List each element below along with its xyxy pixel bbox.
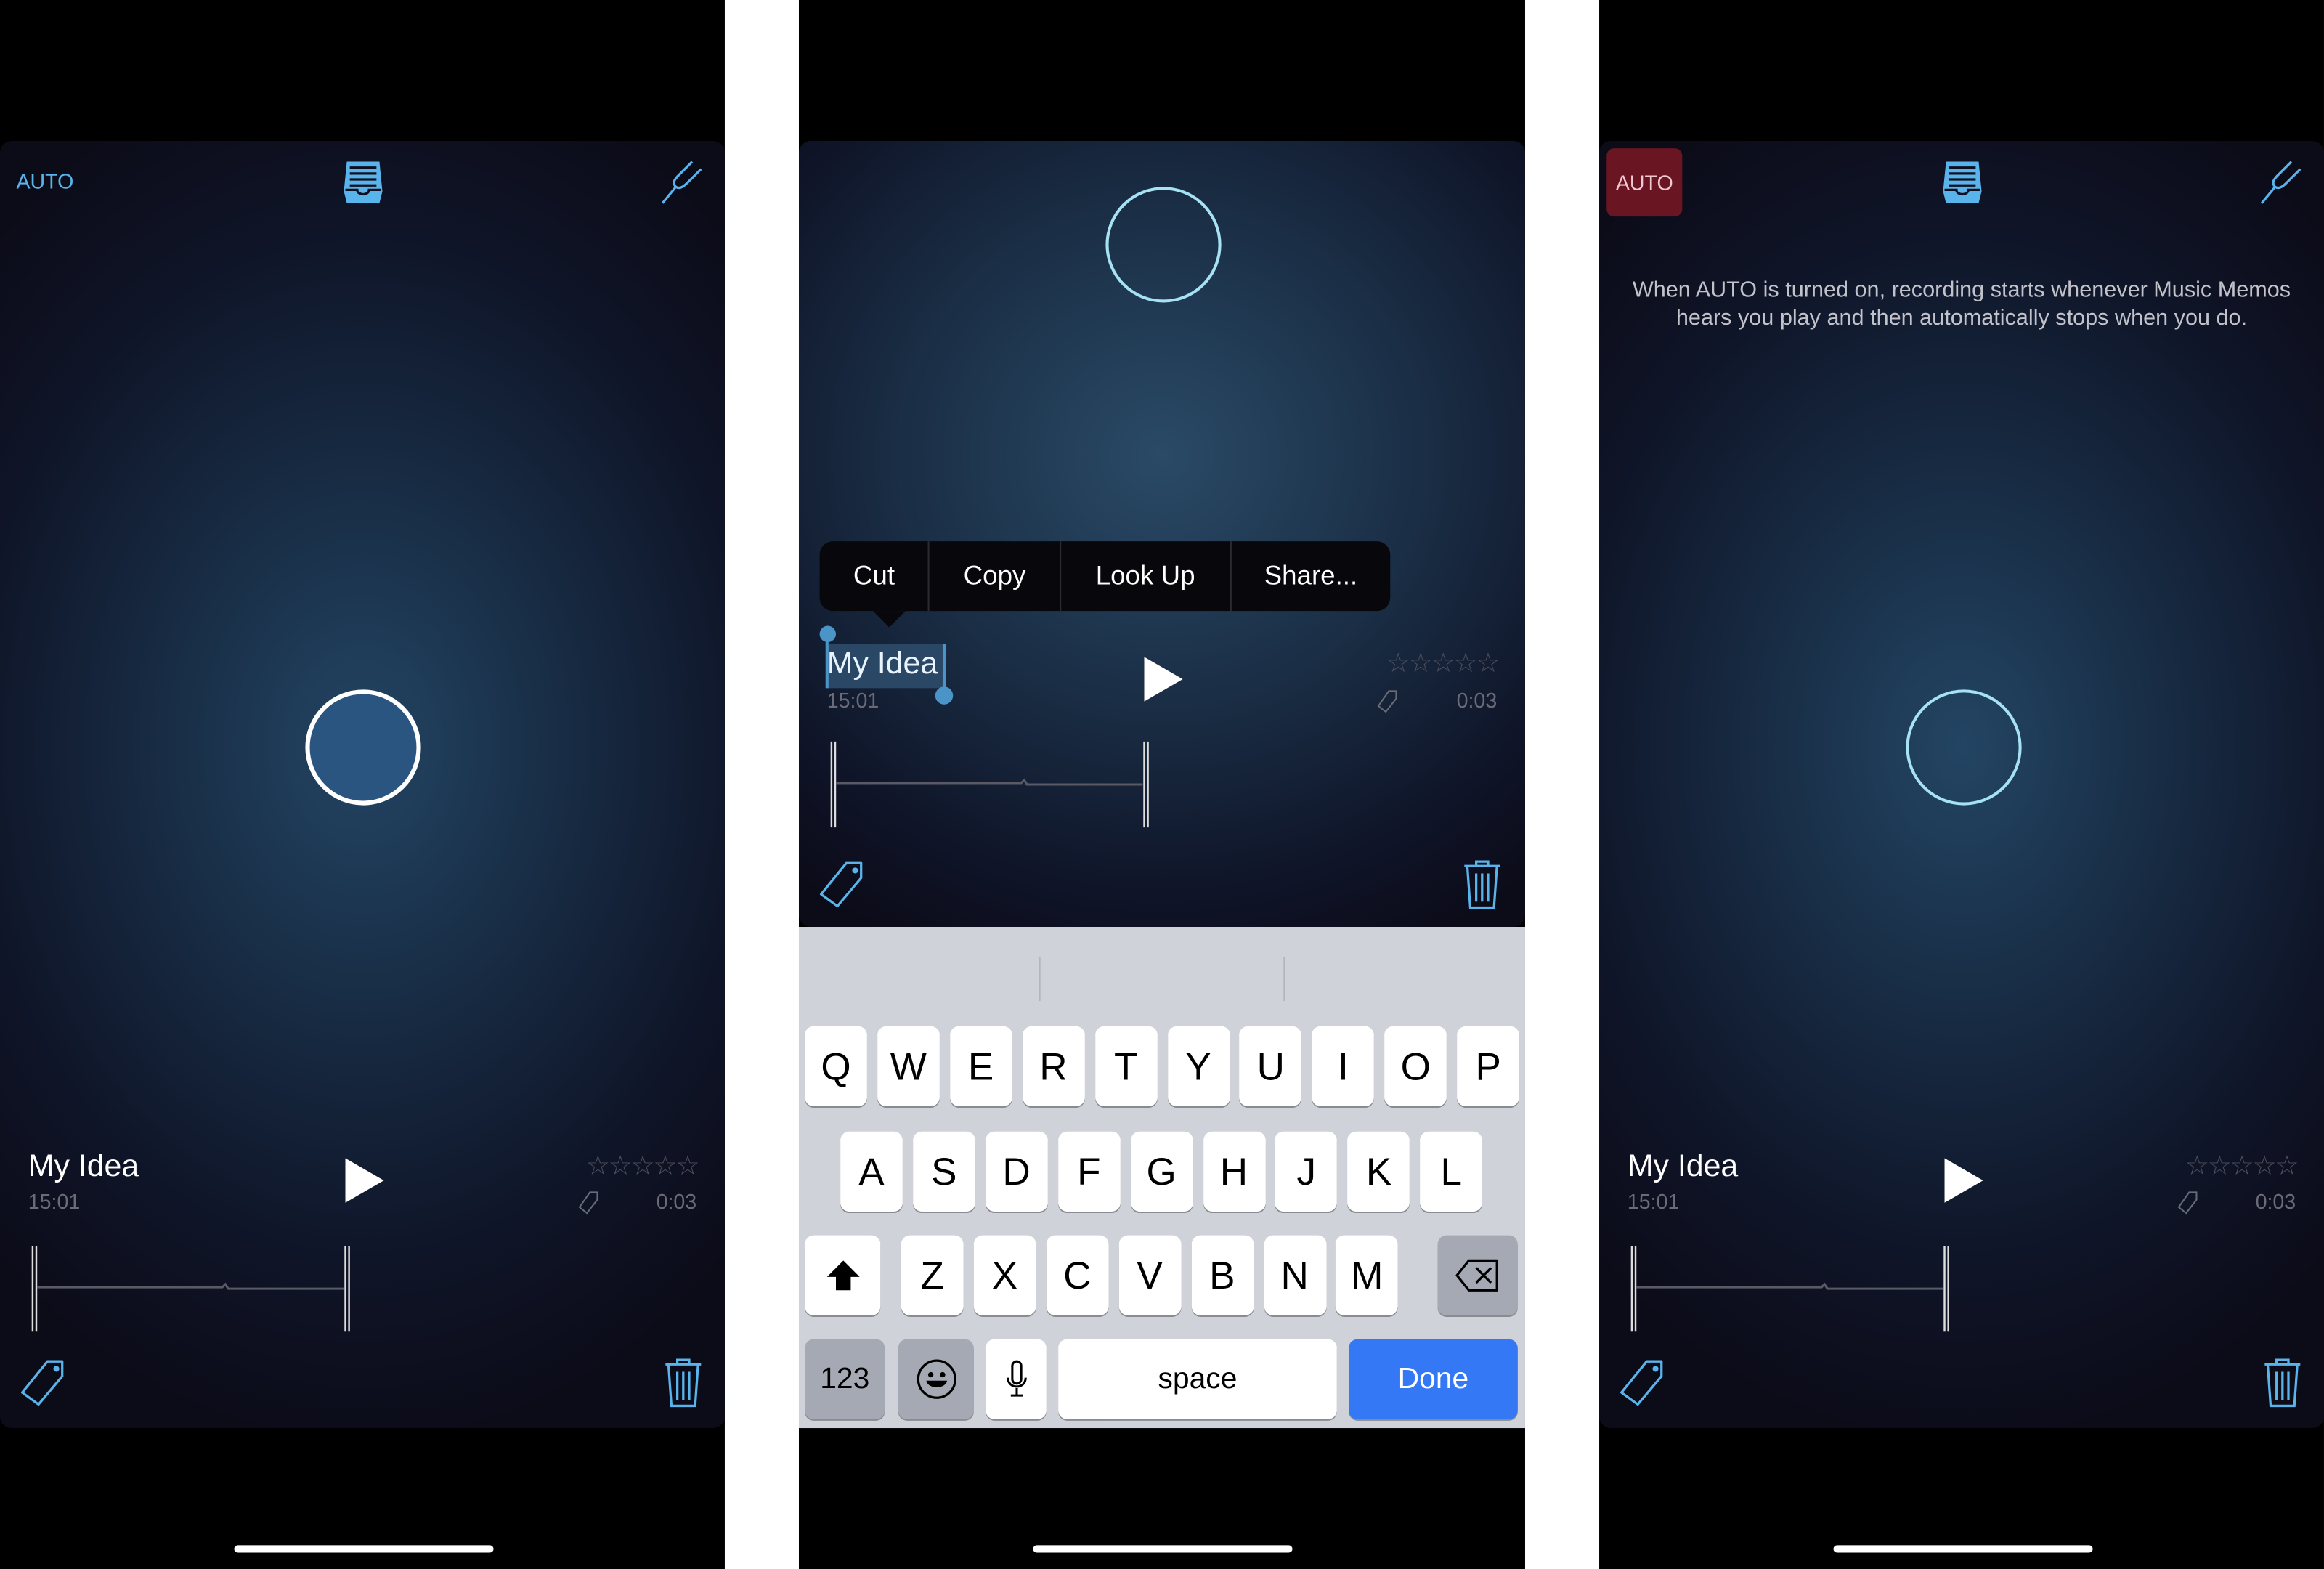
- key-g[interactable]: G: [1130, 1131, 1193, 1212]
- key-p[interactable]: P: [1457, 1026, 1520, 1107]
- rating-stars[interactable]: ☆☆☆☆☆: [1386, 648, 1500, 679]
- trash-icon[interactable]: [1461, 859, 1503, 909]
- numbers-key[interactable]: 123: [805, 1339, 885, 1419]
- key-f[interactable]: F: [1057, 1131, 1121, 1212]
- key-z[interactable]: Z: [901, 1235, 964, 1315]
- memo-time: 15:01: [826, 688, 879, 712]
- key-o[interactable]: O: [1384, 1026, 1447, 1107]
- key-w[interactable]: W: [877, 1026, 940, 1107]
- tag-icon[interactable]: [1619, 1357, 1669, 1407]
- key-n[interactable]: N: [1263, 1235, 1326, 1315]
- key-q[interactable]: Q: [805, 1026, 867, 1107]
- record-button[interactable]: [305, 689, 421, 806]
- menu-share[interactable]: Share...: [1232, 541, 1391, 611]
- suggestion-divider: [1283, 956, 1285, 1002]
- memo-title-input[interactable]: My Idea: [827, 646, 938, 682]
- tag-icon[interactable]: [20, 1357, 70, 1407]
- record-button[interactable]: [1105, 187, 1222, 303]
- key-x[interactable]: X: [973, 1235, 1036, 1315]
- key-s[interactable]: S: [912, 1131, 975, 1212]
- selection-end-handle[interactable]: [935, 686, 954, 705]
- backspace-icon: [1455, 1259, 1498, 1292]
- memo-time: 15:01: [1627, 1189, 1680, 1214]
- inbox-icon[interactable]: [1938, 158, 1986, 206]
- waveform-trimmer[interactable]: [1630, 1245, 1951, 1332]
- key-u[interactable]: U: [1239, 1026, 1302, 1107]
- key-e[interactable]: E: [949, 1026, 1012, 1107]
- key-j[interactable]: J: [1275, 1131, 1338, 1212]
- microphone-icon: [1006, 1360, 1026, 1397]
- auto-button-active[interactable]: AUTO: [1606, 148, 1683, 217]
- key-h[interactable]: H: [1203, 1131, 1265, 1212]
- tag-small-icon: [2177, 1191, 2198, 1215]
- shift-key[interactable]: [805, 1235, 881, 1315]
- inbox-icon[interactable]: [339, 158, 386, 206]
- play-button[interactable]: [1944, 1158, 1983, 1203]
- key-l[interactable]: L: [1420, 1131, 1483, 1212]
- key-y[interactable]: Y: [1167, 1026, 1230, 1107]
- waveform-trimmer[interactable]: [830, 741, 1150, 828]
- memo-duration: 0:03: [656, 1189, 697, 1214]
- screen-edit-title: Cut Copy Look Up Share... My Idea 15:01 …: [798, 0, 1525, 1569]
- app-view: AUTO My Idea 15:01 ☆☆☆☆☆ 0:03: [0, 140, 725, 1429]
- key-r[interactable]: R: [1022, 1026, 1085, 1107]
- edit-menu: Cut Copy Look Up Share...: [819, 541, 1391, 628]
- memo-title[interactable]: My Idea: [1628, 1149, 1738, 1185]
- app-view: Cut Copy Look Up Share... My Idea 15:01 …: [798, 140, 1525, 927]
- tag-small-icon: [578, 1191, 598, 1215]
- key-v[interactable]: V: [1118, 1235, 1181, 1315]
- auto-help-text: When AUTO is turned on, recording starts…: [1632, 277, 2291, 331]
- menu-copy[interactable]: Copy: [930, 541, 1061, 612]
- screen-auto-off: AUTO My Idea 15:01 ☆☆☆☆☆ 0:03: [0, 0, 725, 1569]
- app-view: AUTO When AUTO is turned on, recording s…: [1599, 140, 2324, 1429]
- memo-duration: 0:03: [2255, 1189, 2296, 1214]
- play-button[interactable]: [345, 1158, 384, 1203]
- key-k[interactable]: K: [1347, 1131, 1410, 1212]
- emoji-icon: [916, 1359, 956, 1399]
- key-d[interactable]: D: [985, 1131, 1048, 1212]
- tag-icon[interactable]: [818, 859, 869, 909]
- home-indicator[interactable]: [1033, 1545, 1293, 1553]
- keyboard: 123 space Done QWERTYUIOP ASDFGHJKL ZXCVBN…: [798, 927, 1525, 1429]
- tuning-fork-icon[interactable]: [658, 158, 705, 206]
- menu-cut[interactable]: Cut: [820, 541, 930, 612]
- auto-button[interactable]: AUTO: [16, 169, 73, 193]
- done-key[interactable]: Done: [1349, 1339, 1518, 1419]
- emoji-key[interactable]: [898, 1339, 974, 1419]
- tag-small-icon: [1377, 690, 1397, 713]
- key-a[interactable]: A: [840, 1131, 903, 1212]
- selection-start-handle[interactable]: [819, 625, 837, 643]
- suggestion-divider: [1039, 956, 1041, 1002]
- menu-look-up[interactable]: Look Up: [1061, 541, 1232, 612]
- waveform-trimmer[interactable]: [31, 1245, 352, 1332]
- key-t[interactable]: T: [1094, 1026, 1158, 1107]
- record-button[interactable]: [1906, 689, 2022, 806]
- home-indicator[interactable]: [233, 1545, 493, 1553]
- home-indicator[interactable]: [1832, 1545, 2092, 1553]
- memo-duration: 0:03: [1456, 688, 1498, 712]
- play-button[interactable]: [1144, 657, 1183, 702]
- space-key[interactable]: space: [1058, 1339, 1337, 1419]
- shift-arrow-icon: [826, 1260, 859, 1291]
- key-m[interactable]: M: [1336, 1235, 1399, 1315]
- screen-auto-on: AUTO When AUTO is turned on, recording s…: [1599, 0, 2324, 1569]
- rating-stars[interactable]: ☆☆☆☆☆: [2185, 1151, 2299, 1182]
- trash-icon[interactable]: [2262, 1357, 2303, 1408]
- rating-stars[interactable]: ☆☆☆☆☆: [586, 1151, 699, 1182]
- key-c[interactable]: C: [1046, 1235, 1109, 1315]
- memo-time: 15:01: [28, 1189, 81, 1214]
- delete-key[interactable]: [1437, 1235, 1518, 1315]
- key-b[interactable]: B: [1190, 1235, 1254, 1315]
- key-i[interactable]: I: [1312, 1026, 1375, 1107]
- dictation-key[interactable]: [986, 1339, 1047, 1419]
- trash-icon[interactable]: [662, 1357, 704, 1408]
- memo-title[interactable]: My Idea: [28, 1149, 139, 1185]
- tuning-fork-icon[interactable]: [2257, 158, 2304, 206]
